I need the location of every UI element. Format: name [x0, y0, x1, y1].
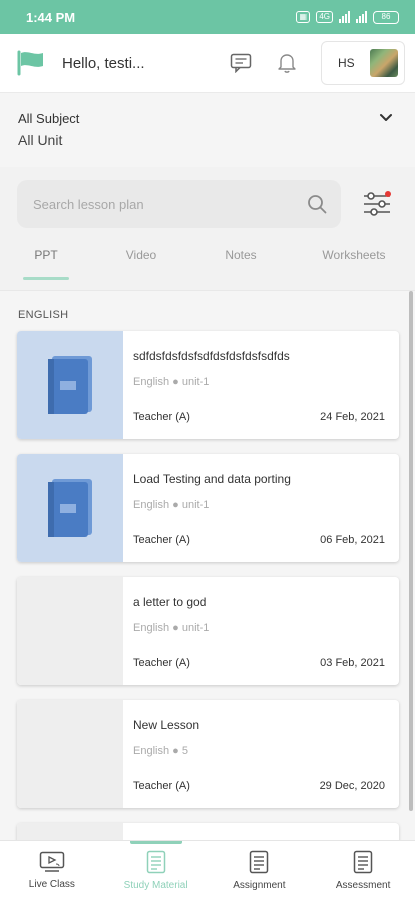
status-icons: ▦ 4G 86 [296, 10, 399, 24]
lesson-info: a letter to god English ● unit-1 Teacher… [123, 577, 399, 685]
material-tabs: PPT Video Notes Worksheets [0, 240, 415, 280]
lesson-meta: English ● unit-1 [133, 376, 210, 388]
user-initials: HS [338, 56, 355, 70]
greeting-text: Hello, testi... [62, 54, 145, 72]
lesson-card[interactable]: a letter to god English ● unit-1 Teacher… [17, 577, 399, 685]
bottom-navigation: Live Class Study Material Assignment Ass… [0, 840, 415, 900]
lesson-info: sdfdsfdsfdsfsdfdsfdsfdsfsdfds English ● … [123, 331, 399, 439]
tab-ppt[interactable]: PPT [17, 240, 75, 280]
lesson-thumbnail [17, 700, 123, 808]
nav-label: Study Material [123, 880, 188, 891]
subject-unit-filter[interactable]: All Subject All Unit [0, 92, 415, 167]
lesson-footer: Teacher (A) 29 Dec, 2020 [133, 780, 385, 792]
flag-logo-icon [17, 50, 43, 76]
lesson-meta: English ● unit-1 [133, 499, 210, 511]
search-input[interactable] [33, 196, 283, 212]
lesson-card[interactable]: sdfdsfdsfdsfsdfdsfdsfdsfsdfds English ● … [17, 331, 399, 439]
app-header: Hello, testi... HS [0, 34, 415, 92]
assignment-icon [250, 850, 269, 874]
lesson-thumbnail [17, 454, 123, 562]
tab-video[interactable]: Video [111, 240, 171, 280]
book-icon [48, 356, 92, 414]
status-time: 1:44 PM [26, 9, 76, 25]
avatar [370, 49, 398, 77]
lesson-teacher: Teacher (A) [133, 657, 190, 669]
nav-assessment[interactable]: Assessment [311, 841, 415, 900]
live-class-icon [39, 851, 65, 872]
lesson-thumbnail [17, 823, 123, 840]
search-box [17, 180, 341, 228]
lesson-card[interactable]: New Lesson English ● 5 Teacher (A) 29 De… [17, 700, 399, 808]
lesson-card[interactable]: Load Testing and data porting English ● … [17, 454, 399, 562]
lesson-meta: English ● 5 [133, 745, 188, 757]
lesson-title: sdfdsfdsfdsfsdfdsfdsfdsfsdfds [133, 349, 290, 363]
unit-selector: All Unit [18, 132, 63, 148]
notification-bell-icon[interactable] [275, 51, 299, 75]
lesson-teacher: Teacher (A) [133, 411, 190, 423]
signal-icon [339, 11, 350, 23]
nav-live-class[interactable]: Live Class [0, 841, 104, 900]
subject-selector: All Subject [18, 111, 80, 126]
section-label: ENGLISH [18, 309, 69, 321]
nav-label: Live Class [28, 879, 75, 890]
sim-card-icon: ▦ [296, 11, 311, 23]
signal-2-icon [356, 11, 367, 23]
profile-button[interactable]: HS [321, 41, 405, 85]
notification-dot [385, 191, 391, 197]
tab-worksheets[interactable]: Worksheets [309, 240, 399, 280]
lesson-info: Load Testing and data porting English ● … [123, 454, 399, 562]
lesson-meta: English ● unit-1 [133, 622, 210, 634]
scrollbar[interactable] [409, 291, 413, 811]
lesson-title: a letter to god [133, 595, 207, 609]
lesson-list: ENGLISH sdfdsfdsfdsfsdfdsfdsfdsfsdfds En… [0, 290, 415, 840]
battery-icon: 86 [373, 10, 399, 24]
nav-assignment[interactable]: Assignment [208, 841, 312, 900]
tab-notes[interactable]: Notes [211, 240, 271, 280]
lesson-card-partial[interactable] [17, 823, 399, 840]
lesson-footer: Teacher (A) 24 Feb, 2021 [133, 411, 385, 423]
search-icon[interactable] [307, 194, 327, 214]
nav-study-material[interactable]: Study Material [104, 841, 208, 900]
lesson-date: 29 Dec, 2020 [319, 780, 385, 792]
lesson-title: Load Testing and data porting [133, 472, 291, 486]
chevron-down-icon[interactable] [379, 113, 393, 123]
filter-settings-button[interactable] [357, 184, 397, 224]
nav-label: Assessment [335, 880, 391, 891]
lesson-footer: Teacher (A) 03 Feb, 2021 [133, 657, 385, 669]
lesson-info [123, 823, 399, 840]
lesson-info: New Lesson English ● 5 Teacher (A) 29 De… [123, 700, 399, 808]
lesson-title: New Lesson [133, 718, 200, 732]
search-row [17, 180, 407, 228]
lesson-teacher: Teacher (A) [133, 780, 190, 792]
network-type-icon: 4G [316, 11, 333, 23]
lesson-date: 03 Feb, 2021 [320, 657, 385, 669]
book-icon [48, 479, 92, 537]
assessment-icon [353, 850, 373, 874]
lesson-footer: Teacher (A) 06 Feb, 2021 [133, 534, 385, 546]
lesson-date: 24 Feb, 2021 [320, 411, 385, 423]
study-material-icon [146, 850, 165, 874]
message-icon[interactable] [229, 51, 253, 75]
lesson-teacher: Teacher (A) [133, 534, 190, 546]
status-bar: 1:44 PM ▦ 4G 86 [0, 0, 415, 34]
lesson-thumbnail [17, 577, 123, 685]
nav-label: Assignment [233, 880, 286, 891]
lesson-date: 06 Feb, 2021 [320, 534, 385, 546]
lesson-thumbnail [17, 331, 123, 439]
